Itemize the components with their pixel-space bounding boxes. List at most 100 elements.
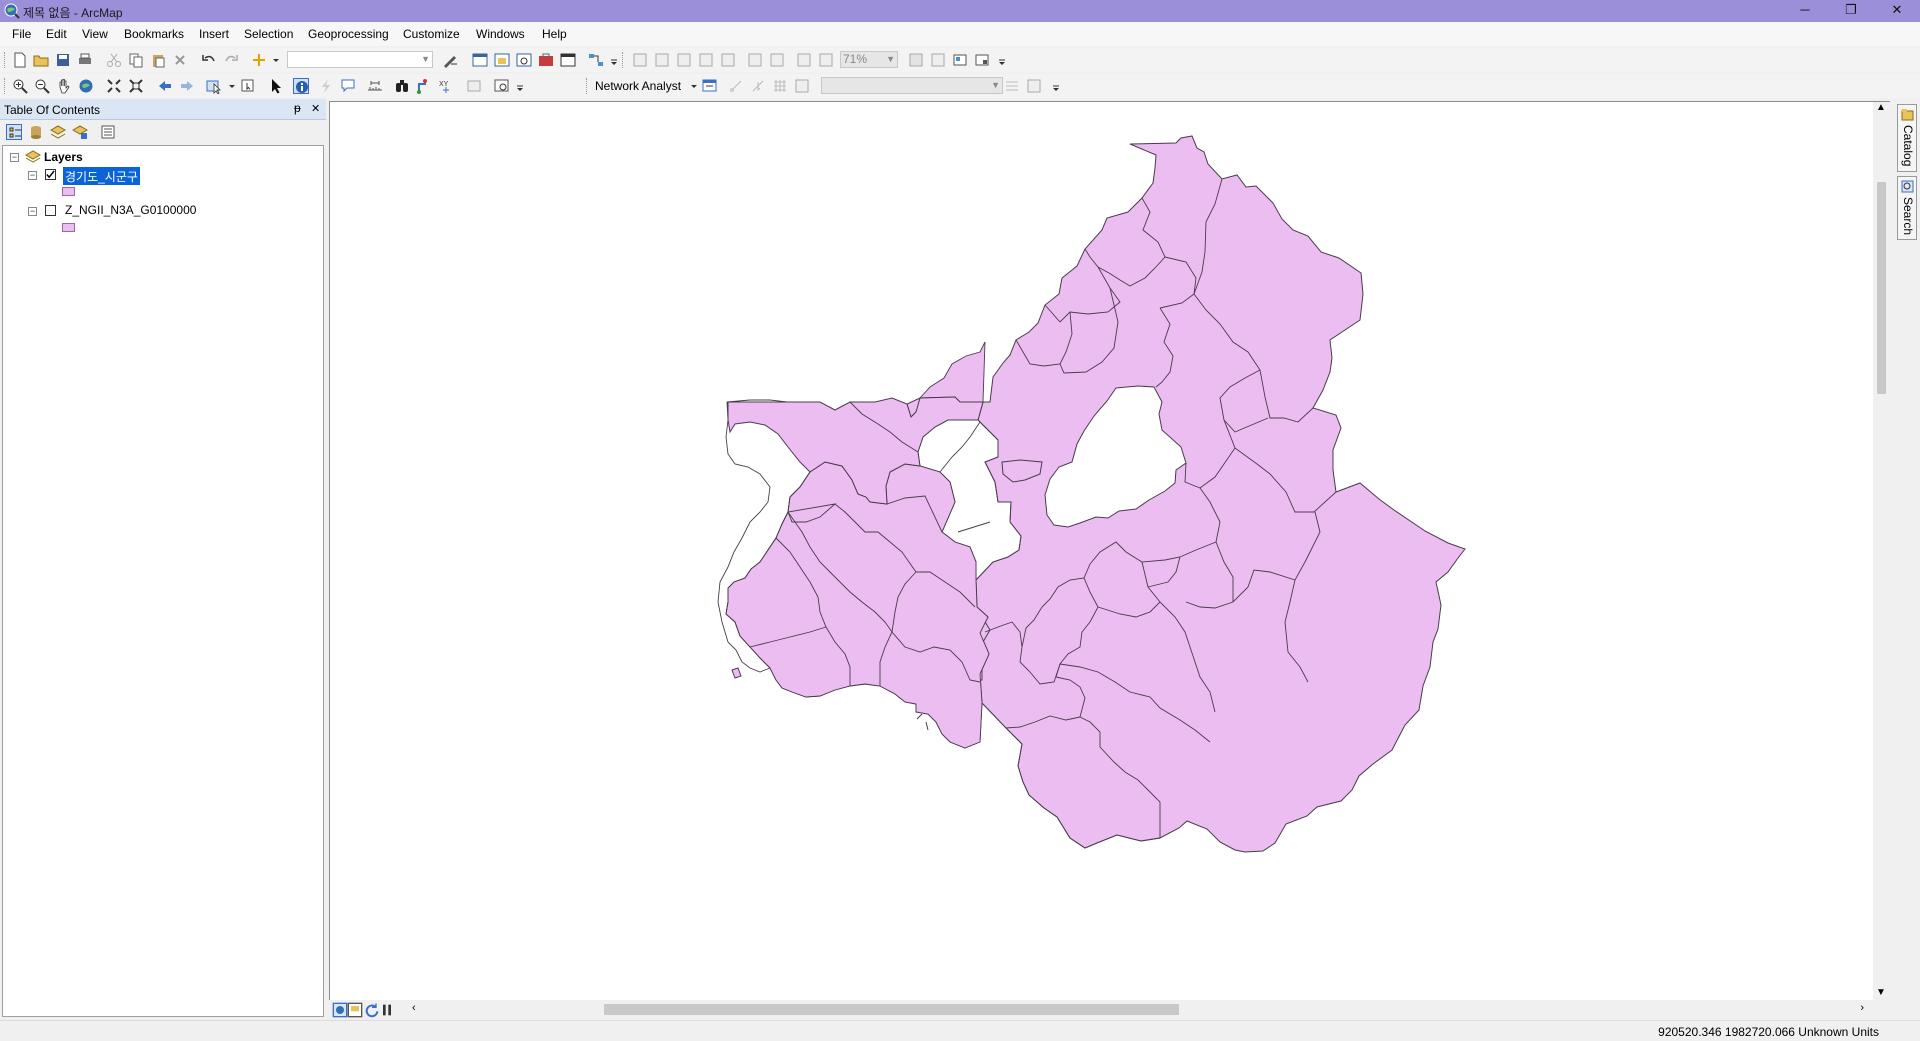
close-window-button[interactable]: ✕ bbox=[1874, 0, 1920, 22]
select-features-dropdown-icon[interactable] bbox=[224, 78, 235, 94]
select-features-icon[interactable] bbox=[206, 78, 222, 94]
scroll-right-arrow-icon[interactable]: › bbox=[1860, 1002, 1864, 1014]
open-folder-icon[interactable] bbox=[33, 52, 49, 68]
data-driven-pages-icon[interactable] bbox=[974, 52, 990, 68]
network-analyst-dropdown-icon[interactable] bbox=[686, 78, 697, 94]
menu-insert[interactable]: Insert bbox=[199, 27, 229, 41]
layer-name-selected[interactable]: 경기도_시군구 bbox=[62, 166, 141, 186]
add-data-icon[interactable] bbox=[251, 52, 267, 68]
undo-icon[interactable] bbox=[201, 52, 217, 68]
fixed-zoom-out-icon[interactable] bbox=[128, 78, 144, 94]
delete-icon[interactable] bbox=[172, 52, 188, 68]
map-scale-combo[interactable]: ▼ bbox=[287, 51, 433, 68]
menu-selection[interactable]: Selection bbox=[244, 27, 293, 41]
toc-options-icon[interactable] bbox=[100, 124, 116, 140]
go-back-extent-icon[interactable] bbox=[157, 78, 173, 94]
menu-file[interactable]: File bbox=[12, 27, 31, 41]
layer-visibility-checkbox[interactable] bbox=[45, 205, 56, 216]
menu-edit[interactable]: Edit bbox=[46, 27, 67, 41]
toolbar-options-icon[interactable] bbox=[994, 52, 1005, 68]
redo-icon[interactable] bbox=[223, 52, 239, 68]
restore-button[interactable]: ❐ bbox=[1828, 0, 1874, 22]
pin-icon[interactable]: ᵽ bbox=[294, 101, 301, 115]
map-vertical-scrollbar[interactable]: ▲ ▼ bbox=[1873, 102, 1890, 1000]
network-analyst-window-icon[interactable] bbox=[702, 78, 718, 94]
new-document-icon[interactable] bbox=[12, 52, 28, 68]
create-viewer-window-icon[interactable] bbox=[494, 78, 510, 94]
west-district-polygon[interactable] bbox=[918, 341, 986, 403]
go-to-xy-icon[interactable]: XY bbox=[438, 78, 454, 94]
refresh-icon[interactable] bbox=[364, 1002, 379, 1018]
coordinate-readout: 920520.346 1982720.066 Unknown Units bbox=[1658, 1025, 1879, 1039]
pause-drawing-icon[interactable] bbox=[379, 1002, 391, 1016]
network-analyst-menu[interactable]: Network Analyst bbox=[595, 79, 681, 93]
horizontal-scroll-thumb[interactable] bbox=[604, 1004, 1179, 1015]
toolbar-grip[interactable] bbox=[586, 78, 590, 94]
layer-symbol-swatch[interactable] bbox=[62, 187, 75, 196]
collapse-layer-toggle[interactable]: − bbox=[28, 207, 37, 216]
search-tab[interactable]: Search bbox=[1897, 176, 1917, 240]
collapse-layers-toggle[interactable]: − bbox=[10, 153, 19, 162]
coastal-island[interactable] bbox=[731, 667, 742, 679]
measure-icon[interactable] bbox=[367, 78, 383, 94]
menu-help[interactable]: Help bbox=[542, 27, 567, 41]
editor-toolbar-icon[interactable] bbox=[442, 52, 458, 68]
toolbar-options-icon[interactable] bbox=[1048, 78, 1059, 94]
list-by-source-icon[interactable] bbox=[28, 124, 44, 140]
scroll-left-arrow-icon[interactable]: ‹ bbox=[412, 1002, 416, 1014]
layer-name[interactable]: Z_NGII_N3A_G0100000 bbox=[65, 203, 196, 219]
menu-customize[interactable]: Customize bbox=[403, 27, 460, 41]
menu-view[interactable]: View bbox=[82, 27, 108, 41]
map-canvas[interactable] bbox=[330, 102, 1873, 1000]
model-builder-icon[interactable] bbox=[588, 52, 604, 68]
catalog-tab[interactable]: Catalog bbox=[1897, 104, 1917, 172]
zoom-in-icon[interactable] bbox=[12, 78, 28, 94]
fixed-zoom-in-icon[interactable] bbox=[106, 78, 122, 94]
menu-windows[interactable]: Windows bbox=[476, 27, 525, 41]
full-extent-globe-icon[interactable] bbox=[78, 78, 94, 94]
add-data-dropdown-icon[interactable] bbox=[268, 52, 279, 68]
toolbar-options-icon[interactable] bbox=[512, 78, 523, 94]
print-icon[interactable] bbox=[77, 52, 93, 68]
layer-visibility-checkbox[interactable] bbox=[45, 169, 56, 180]
save-icon[interactable] bbox=[55, 52, 71, 68]
select-elements-arrow-icon[interactable] bbox=[268, 78, 284, 94]
toolbar-grip[interactable] bbox=[4, 78, 8, 94]
change-layout-icon[interactable] bbox=[952, 52, 968, 68]
copy-icon[interactable] bbox=[128, 52, 144, 68]
map-data-view[interactable] bbox=[329, 101, 1890, 1001]
collapse-layer-toggle[interactable]: − bbox=[28, 171, 37, 180]
data-view-icon[interactable] bbox=[332, 1002, 348, 1018]
catalog-window-icon[interactable] bbox=[494, 52, 510, 68]
go-forward-extent-icon[interactable] bbox=[179, 78, 195, 94]
layers-root-label[interactable]: Layers bbox=[44, 150, 83, 166]
minimize-button[interactable]: ─ bbox=[1782, 0, 1828, 22]
layout-view-icon[interactable] bbox=[347, 1002, 363, 1018]
vertical-scroll-thumb[interactable] bbox=[1877, 182, 1886, 394]
toolbar-grip[interactable] bbox=[4, 52, 8, 68]
html-popup-icon[interactable] bbox=[340, 78, 356, 94]
pan-hand-icon[interactable] bbox=[56, 78, 72, 94]
identify-icon[interactable] bbox=[293, 78, 309, 94]
cut-icon[interactable] bbox=[106, 52, 122, 68]
zoom-out-icon[interactable] bbox=[34, 78, 50, 94]
scroll-down-arrow-icon[interactable]: ▼ bbox=[1876, 987, 1886, 998]
find-route-icon[interactable] bbox=[416, 78, 432, 94]
menu-bookmarks[interactable]: Bookmarks bbox=[124, 27, 184, 41]
clear-selection-icon[interactable] bbox=[240, 78, 256, 94]
table-of-contents-window-icon[interactable] bbox=[472, 52, 488, 68]
list-by-drawing-order-icon[interactable] bbox=[6, 124, 22, 140]
arctoolbox-icon[interactable] bbox=[538, 52, 554, 68]
python-window-icon[interactable] bbox=[560, 52, 576, 68]
scroll-up-arrow-icon[interactable]: ▲ bbox=[1876, 102, 1886, 113]
paste-icon[interactable] bbox=[150, 52, 166, 68]
find-binoculars-icon[interactable] bbox=[394, 78, 410, 94]
close-icon[interactable]: ✕ bbox=[311, 102, 320, 115]
list-by-selection-icon[interactable] bbox=[72, 124, 88, 140]
toolbar-grip[interactable] bbox=[622, 52, 626, 68]
search-window-icon[interactable] bbox=[516, 52, 532, 68]
list-by-visibility-icon[interactable] bbox=[50, 124, 66, 140]
toolbar-options-icon[interactable] bbox=[606, 52, 617, 68]
layer-symbol-swatch[interactable] bbox=[62, 223, 75, 232]
menu-geoprocessing[interactable]: Geoprocessing bbox=[308, 27, 389, 41]
